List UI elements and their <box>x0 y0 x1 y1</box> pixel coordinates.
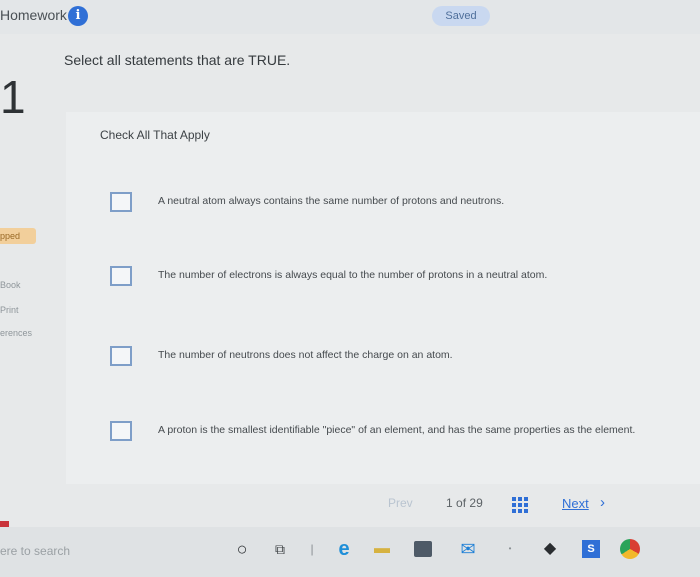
checkbox-option-4[interactable] <box>110 421 132 441</box>
option-text-3: The number of neutrons does not affect t… <box>158 349 453 361</box>
skipped-tab[interactable]: pped <box>0 228 36 244</box>
references-link[interactable]: erences <box>0 328 32 338</box>
option-text-4: A proton is the smallest identifiable "p… <box>158 424 636 436</box>
page-count: 1 of 29 <box>446 496 483 510</box>
top-bar: Homework i Saved <box>0 0 700 34</box>
task-view-icon[interactable]: ⧉ <box>268 537 292 561</box>
answer-option-4[interactable]: A proton is the smallest identifiable "p… <box>110 421 700 447</box>
taskbar-divider: | <box>310 542 314 556</box>
saved-badge: Saved <box>432 6 490 26</box>
mail-icon[interactable]: ✉ <box>456 537 480 561</box>
taskbar-search-input[interactable]: ere to search <box>0 539 215 563</box>
info-icon[interactable]: i <box>68 6 88 26</box>
chevron-right-icon[interactable]: › <box>600 494 605 511</box>
edge-icon[interactable]: e <box>332 537 356 561</box>
dropbox-icon[interactable]: ◆ <box>538 537 562 561</box>
prev-button[interactable]: Prev <box>388 496 413 510</box>
answer-option-1[interactable]: A neutral atom always contains the same … <box>110 192 700 218</box>
pager: Prev 1 of 29 Next › <box>380 494 700 516</box>
checkbox-option-3[interactable] <box>110 346 132 366</box>
answer-option-3[interactable]: The number of neutrons does not affect t… <box>110 346 700 372</box>
left-rail: 1 pped Book Print erences <box>0 34 40 577</box>
grid-icon[interactable] <box>512 497 528 513</box>
checkbox-option-2[interactable] <box>110 266 132 286</box>
of-label: of <box>456 496 467 510</box>
office-icon[interactable]: S <box>582 540 600 558</box>
current-page: 1 <box>446 496 453 510</box>
answer-option-2[interactable]: The number of electrons is always equal … <box>110 266 700 292</box>
check-all-instruction: Check All That Apply <box>100 128 210 142</box>
cortana-icon[interactable]: ○ <box>230 537 254 561</box>
taskbar: ere to search ○ ⧉ | e ▬ ✉ • ◆ S <box>0 527 700 577</box>
print-link[interactable]: Print <box>0 305 19 315</box>
taskbar-dot: • <box>508 544 512 553</box>
store-icon[interactable] <box>414 541 432 557</box>
total-pages: 29 <box>469 496 483 510</box>
app-title: Homework <box>0 7 67 23</box>
checkbox-option-1[interactable] <box>110 192 132 212</box>
question-number: 1 <box>0 71 26 123</box>
question-prompt: Select all statements that are TRUE. <box>64 52 291 68</box>
ebook-link[interactable]: Book <box>0 280 21 290</box>
option-text-1: A neutral atom always contains the same … <box>158 195 505 207</box>
chrome-icon[interactable] <box>620 539 640 559</box>
next-button[interactable]: Next <box>562 496 589 511</box>
option-text-2: The number of electrons is always equal … <box>158 269 548 281</box>
file-explorer-icon[interactable]: ▬ <box>370 537 394 561</box>
